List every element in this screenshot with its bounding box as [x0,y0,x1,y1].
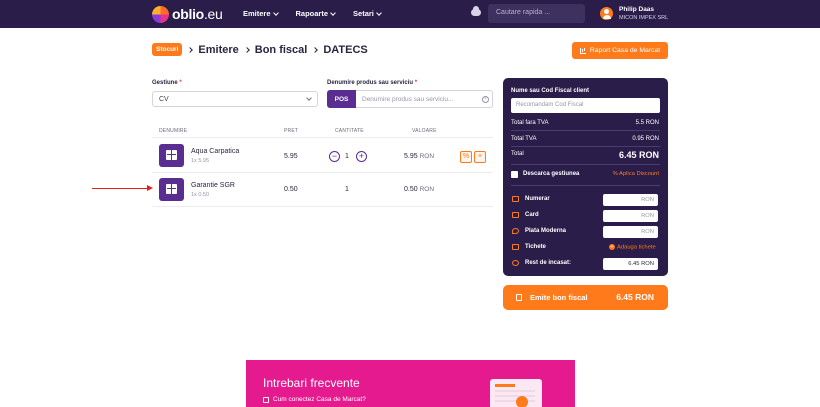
total-fara-tva-label: Total fara TVA [511,120,549,126]
location-icon [512,228,519,234]
box-icon [159,178,184,201]
product-value: 5.95 RON [404,153,435,160]
total-fara-tva-value: 5.5 RON [635,120,659,126]
total-tva-value: 0.95 RON [632,136,659,142]
divider [511,146,660,147]
client-cf-input[interactable]: Recomandam Cod Fiscal [511,98,660,113]
product-qty[interactable]: 1 [345,153,349,160]
client-label: Nume sau Cod Fiscal client [511,88,590,94]
minus-icon[interactable]: − [329,151,340,162]
card-input[interactable]: RON [603,210,658,222]
product-name: Garantie SGR [191,182,235,189]
arrow-right-icon [147,185,153,191]
numerar-input[interactable]: RON [603,194,658,206]
divider [511,185,660,186]
faq-illustration [490,379,542,407]
menu-emitere[interactable]: Emitere [243,9,279,18]
table-divider [152,137,493,138]
divider [511,130,660,131]
plata-moderna-input[interactable]: RON [603,226,658,238]
header-cantitate: CANTITATE [335,128,364,134]
apply-discount-link[interactable]: % Aplica Discount [613,171,659,177]
ticket-icon [512,244,519,250]
product-search-input[interactable]: Denumire produs sau serviciu... × [356,90,493,108]
plus-icon[interactable]: + [356,151,367,162]
faq-card: Intrebari frecvente Cum conectez Casa de… [246,360,575,407]
table-divider [152,206,493,207]
product-price: 5.95 [284,153,298,160]
product-sub: 1x 0.50 [191,192,210,198]
breadcrumb: Stocuri Emitere Bon fiscal DATECS [152,43,368,56]
product-name: Aqua Carpatica [191,148,240,155]
chart-icon [579,47,586,54]
remove-icon[interactable]: × [474,151,486,163]
search-input[interactable]: Cautare rapida ... [488,4,585,23]
chevron-down-icon [272,9,279,16]
card-label: Card [525,212,539,218]
rest-label: Rest de incasat: [525,260,572,266]
numerar-label: Numerar [525,196,550,202]
logo-main: oblio [172,6,204,22]
chevron-right-icon [312,46,319,53]
chevron-down-icon [330,9,336,16]
top-navbar: oblio.eu Emitere Rapoarte Setari Cautare… [0,0,820,28]
pos-button[interactable]: POS [327,90,356,108]
table-divider [152,172,493,173]
oblio-logo[interactable]: oblio.eu [152,5,223,23]
emite-bon-button[interactable]: Emite bon fiscal 6.45 RON [503,285,668,310]
user-company[interactable]: MICON IMPEX SRL [619,15,668,21]
avatar-icon[interactable] [600,7,613,20]
cash-icon [512,196,519,202]
coins-icon [512,260,519,266]
box-icon [159,144,184,167]
descarca-label: Descarca gestiunea [523,171,580,177]
product-value: 0.50 RON [404,186,435,193]
logo-suffix: .eu [203,6,223,22]
gestiune-select[interactable]: CV [152,91,318,107]
rest-input: 6.45 RON [603,258,658,270]
clear-icon[interactable]: × [482,96,489,103]
chevron-down-icon [376,9,382,16]
play-icon[interactable] [516,396,528,407]
adauga-tichete-link[interactable]: + Adauga tichete [609,244,656,251]
header-denumire: DENUMIRE [159,128,188,134]
annotation-arrow-line [92,188,150,190]
card-icon [512,212,519,218]
chevron-down-icon [306,95,312,101]
header-pret: PRET [284,128,299,134]
total-label: Total [511,151,524,157]
stocuri-badge[interactable]: Stocuri [152,43,183,56]
chevron-right-icon [187,46,194,53]
product-sub: 1x 5.95 [191,158,210,164]
produs-label: Denumire produs sau serviciu * [327,80,418,86]
main-menu: Emitere Rapoarte Setari [243,9,382,18]
chevron-right-icon [243,46,250,53]
cloud-icon[interactable] [471,6,481,16]
descarca-checkbox[interactable] [511,171,518,178]
total-tva-label: Total TVA [511,136,537,142]
user-name[interactable]: Philip Daas [619,6,654,13]
tichete-label: Tichete [525,244,546,250]
faq-title: Intrebari frecvente [263,376,360,390]
product-qty: 1 [345,186,349,193]
report-casa-marcat-button[interactable]: Raport Casa de Marcat [572,42,668,59]
summary-panel: Nume sau Cod Fiscal client Recomandam Co… [503,78,668,276]
menu-rapoarte[interactable]: Rapoarte [296,9,336,18]
plata-moderna-label: Plata Moderna [525,228,567,234]
menu-setari[interactable]: Setari [353,9,382,18]
breadcrumb-bon-fiscal[interactable]: Bon fiscal [255,44,308,56]
plus-circle-icon: + [609,244,615,250]
total-value: 6.45 RON [618,150,659,160]
logo-mark-icon [152,5,169,23]
header-valoare: VALOARE [412,128,437,134]
divider [511,164,660,165]
discount-icon[interactable]: % [460,151,472,163]
product-price: 0.50 [284,186,298,193]
breadcrumb-datecs: DATECS [323,43,368,56]
receipt-icon [516,294,522,301]
faq-item[interactable]: Cum conectez Casa de Marcat? [263,396,366,403]
question-icon [263,396,269,403]
gestiune-label: Gestiune * [152,80,182,86]
breadcrumb-emitere[interactable]: Emitere [198,44,238,56]
